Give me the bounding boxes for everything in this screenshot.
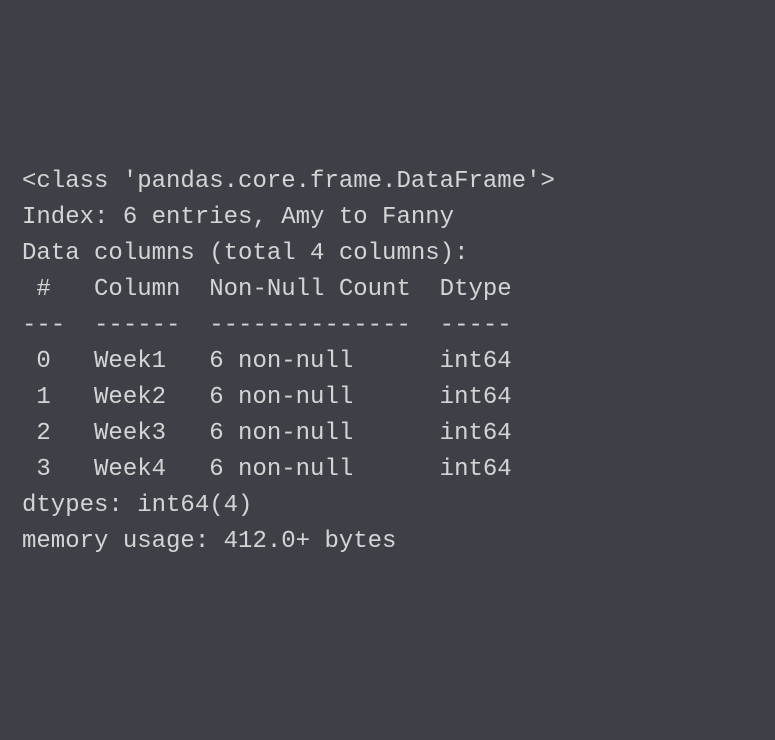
table-row: 3 Week4 6 non-null int64 [22,452,753,488]
dtypes-line: dtypes: int64(4) [22,488,753,524]
class-info-line: <class 'pandas.core.frame.DataFrame'> [22,164,753,200]
table-row: 2 Week3 6 non-null int64 [22,416,753,452]
memory-usage-line: memory usage: 412.0+ bytes [22,524,753,560]
table-header-line: # Column Non-Null Count Dtype [22,272,753,308]
table-divider-line: --- ------ -------------- ----- [22,308,753,344]
index-info-line: Index: 6 entries, Amy to Fanny [22,200,753,236]
table-row: 0 Week1 6 non-null int64 [22,344,753,380]
table-row: 1 Week2 6 non-null int64 [22,380,753,416]
columns-info-line: Data columns (total 4 columns): [22,236,753,272]
terminal-output: <class 'pandas.core.frame.DataFrame'>Ind… [22,164,753,560]
